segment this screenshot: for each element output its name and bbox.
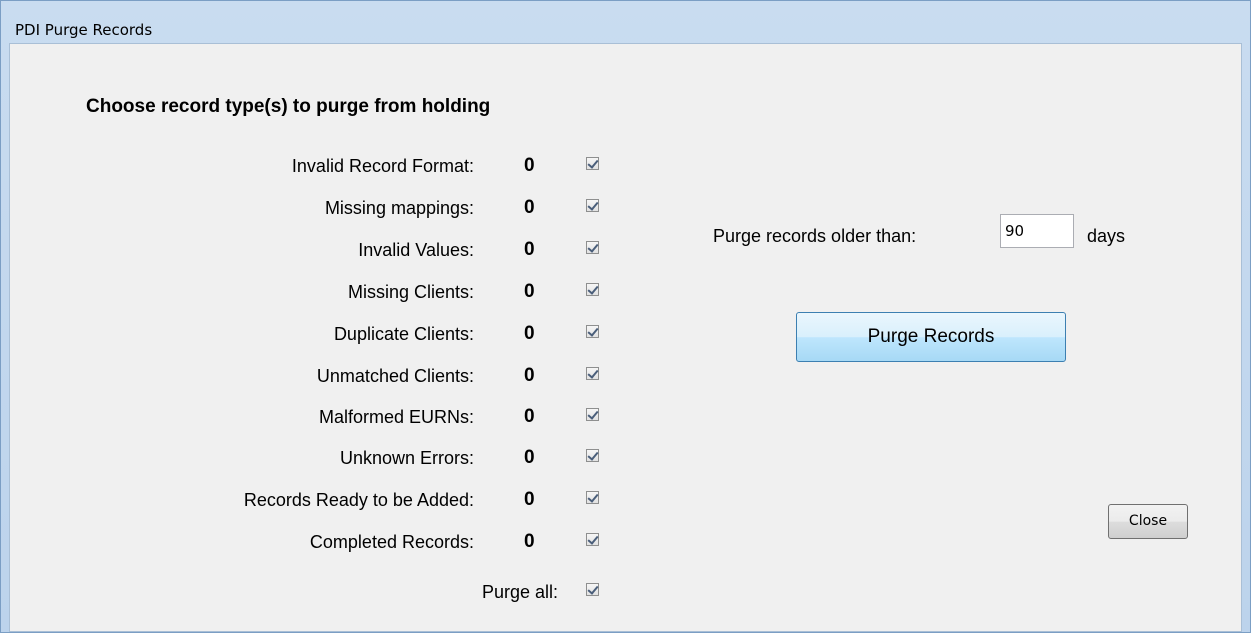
record-type-label: Invalid Record Format: <box>291 156 474 176</box>
record-type-row-unknown-errors: Unknown Errors: 0 <box>10 444 610 474</box>
record-count: 0 <box>524 406 535 427</box>
record-type-label: Records Ready to be Added: <box>243 490 474 510</box>
record-type-label: Unknown Errors: <box>339 448 474 468</box>
record-type-checkbox-missing-clients[interactable] <box>586 283 599 296</box>
record-count: 0 <box>524 489 535 510</box>
record-type-label: Malformed EURNs: <box>318 407 474 427</box>
record-type-checkbox-duplicate-clients[interactable] <box>586 325 599 338</box>
record-type-checkbox-invalid-record-format[interactable] <box>586 157 599 170</box>
record-type-checkbox-unknown-errors[interactable] <box>586 449 599 462</box>
record-type-row-invalid-record-format: Invalid Record Format: 0 <box>10 152 610 182</box>
dialog-content: Choose record type(s) to purge from hold… <box>9 43 1242 632</box>
record-count: 0 <box>524 197 535 218</box>
record-type-checkbox-completed-records[interactable] <box>586 533 599 546</box>
record-type-row-unmatched-clients: Unmatched Clients: 0 <box>10 362 610 392</box>
title-bar[interactable]: PDI Purge Records <box>1 1 1250 41</box>
purge-age-days-input[interactable] <box>1000 214 1074 248</box>
purge-all-row: Purge all: <box>10 578 610 608</box>
record-count: 0 <box>524 365 535 386</box>
record-type-row-completed-records: Completed Records: 0 <box>10 528 610 558</box>
record-count: 0 <box>524 531 535 552</box>
purge-age-label: Purge records older than: <box>713 226 917 246</box>
record-type-row-records-ready: Records Ready to be Added: 0 <box>10 486 610 516</box>
record-count: 0 <box>524 155 535 176</box>
record-type-label: Missing Clients: <box>347 282 474 302</box>
purge-age-unit-label: days <box>1087 226 1126 246</box>
record-count: 0 <box>524 447 535 468</box>
record-type-row-missing-mappings: Missing mappings: 0 <box>10 194 610 224</box>
record-type-checkbox-malformed-eurns[interactable] <box>586 408 599 421</box>
record-type-label: Duplicate Clients: <box>333 324 474 344</box>
close-button[interactable]: Close <box>1108 504 1188 539</box>
record-count: 0 <box>524 239 535 260</box>
record-type-checkbox-unmatched-clients[interactable] <box>586 367 599 380</box>
purge-all-checkbox[interactable] <box>586 583 599 596</box>
record-type-label: Missing mappings: <box>324 198 474 218</box>
purge-all-label: Purge all: <box>481 582 558 602</box>
record-count: 0 <box>524 281 535 302</box>
record-type-row-missing-clients: Missing Clients: 0 <box>10 278 610 308</box>
record-type-row-invalid-values: Invalid Values: 0 <box>10 236 610 266</box>
window-title: PDI Purge Records <box>15 21 153 39</box>
record-type-checkbox-records-ready[interactable] <box>586 491 599 504</box>
record-type-row-malformed-eurns: Malformed EURNs: 0 <box>10 403 610 433</box>
record-type-row-duplicate-clients: Duplicate Clients: 0 <box>10 320 610 350</box>
record-type-label: Completed Records: <box>309 532 474 552</box>
purge-records-button[interactable]: Purge Records <box>796 312 1066 362</box>
record-type-label: Unmatched Clients: <box>316 366 474 386</box>
purge-records-window: PDI Purge Records Choose record type(s) … <box>0 0 1251 633</box>
record-type-label: Invalid Values: <box>358 240 474 260</box>
record-type-checkbox-missing-mappings[interactable] <box>586 199 599 212</box>
section-heading: Choose record type(s) to purge from hold… <box>86 96 491 117</box>
record-type-checkbox-invalid-values[interactable] <box>586 241 599 254</box>
record-count: 0 <box>524 323 535 344</box>
